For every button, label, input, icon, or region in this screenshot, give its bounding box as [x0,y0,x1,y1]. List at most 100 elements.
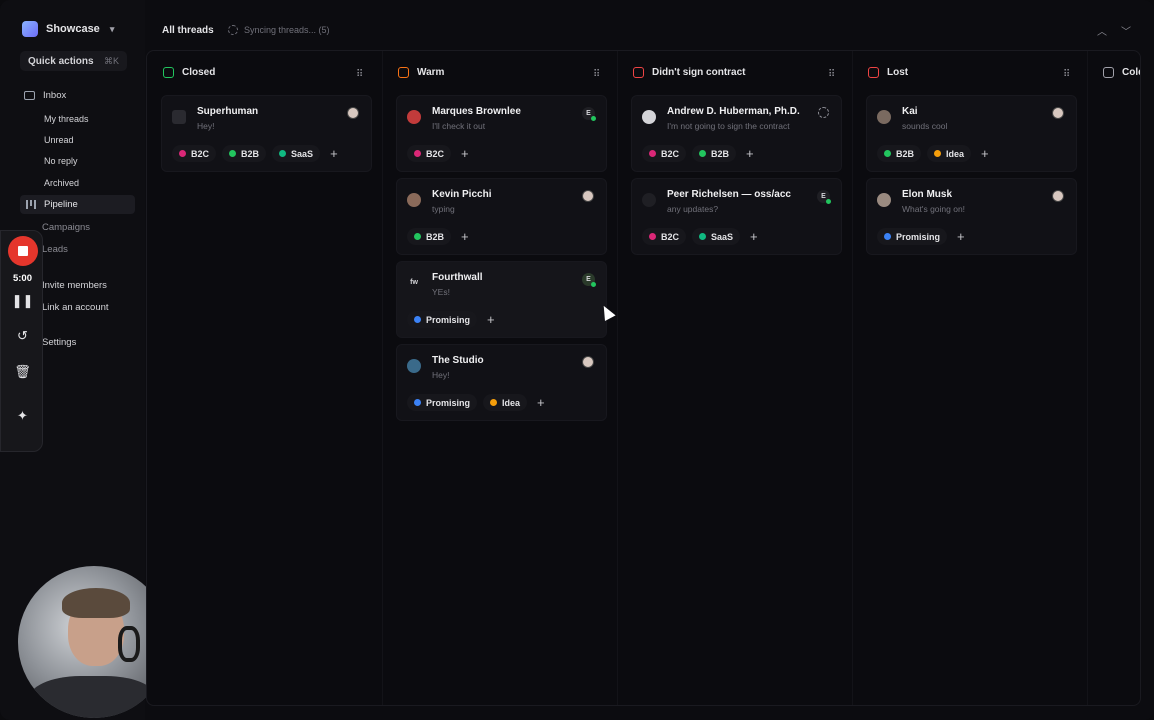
sync-text: Syncing threads... (5) [244,25,330,35]
add-tag-button[interactable]: + [981,145,989,162]
stop-icon [18,246,28,256]
pause-icon[interactable]: ❚❚ [1,293,44,309]
tag[interactable]: B2B [877,145,922,162]
sidebar-item-archived[interactable]: Archived [44,178,79,188]
card-name: Fourthwall [432,272,483,283]
unassigned-icon [818,107,829,118]
add-tag-button[interactable]: + [461,145,469,162]
card-message: typing [432,204,455,214]
tag-list: B2C SaaS + [642,228,758,245]
card-name: The Studio [432,355,484,366]
tag[interactable]: B2C [642,145,687,162]
thread-card[interactable]: Marques Brownlee I'll check it out E B2C… [396,95,607,172]
tag[interactable]: SaaS [272,145,321,162]
sidebar-item-settings[interactable]: Settings [42,337,76,348]
thread-card[interactable]: The Studio Hey! Promising Idea + [396,344,607,421]
sidebar-item-pipeline[interactable]: Pipeline [20,195,135,214]
owner-badge: E [582,107,596,121]
add-tag-button[interactable]: + [487,311,495,328]
column-menu-icon[interactable]: ⠿ [593,69,600,80]
sync-status: Syncing threads... (5) [228,25,330,35]
column-title: Didn't sign contract [652,67,746,78]
workspace-switcher[interactable]: Showcase ▾ [22,21,114,37]
card-message: sounds cool [902,121,948,131]
tag[interactable]: Promising [877,228,948,245]
app-window: Showcase ▾ Quick actions ⌘K Inbox My thr… [0,0,1154,720]
column-closed: Closed ⠿ Superhuman Hey! B2C B2B SaaS + [147,51,382,705]
tag[interactable]: B2B [692,145,737,162]
column-menu-icon[interactable]: ⠿ [356,69,363,80]
sidebar-item-my-threads[interactable]: My threads [44,114,89,124]
hexagon-icon [868,67,879,78]
tag-list: B2C B2B SaaS + [172,145,338,162]
tag-list: Promising + [877,228,965,245]
effects-icon[interactable]: ✦ [1,408,44,424]
thread-card[interactable]: Elon Musk What's going on! Promising + [866,178,1077,255]
chevron-down-icon[interactable]: ﹀ [1121,23,1131,38]
tag[interactable]: SaaS [692,228,741,245]
contact-avatar [407,193,421,207]
contact-avatar [642,110,656,124]
column-header: Warm [398,67,444,78]
stop-recording-button[interactable] [8,236,38,266]
thread-card[interactable]: Peer Richelsen — oss/acc any updates? E … [631,178,842,255]
column-menu-icon[interactable]: ⠿ [828,69,835,80]
card-message: Hey! [432,370,450,380]
tag[interactable]: Promising [407,311,478,328]
thread-card[interactable]: Kai sounds cool B2B Idea + [866,95,1077,172]
sidebar-item-link-account[interactable]: Link an account [42,302,109,313]
sidebar-item-unread[interactable]: Unread [44,135,74,145]
screen-recorder-toolbar: 5:00 ❚❚ ↺ 🗑 ✦ [0,230,43,452]
inbox-icon [24,91,35,100]
column-cold: Cold [1087,51,1140,705]
card-message: YEs! [432,287,450,297]
tag[interactable]: B2B [222,145,267,162]
thread-card[interactable]: Superhuman Hey! B2C B2B SaaS + [161,95,372,172]
sidebar-item-inbox[interactable]: Inbox [24,90,66,101]
card-name: Marques Brownlee [432,106,521,117]
add-tag-button[interactable]: + [461,228,469,245]
card-name: Peer Richelsen — oss/acc [667,189,791,200]
add-tag-button[interactable]: + [537,394,545,411]
navigation-arrows: ︿ ﹀ [1097,23,1131,38]
card-name: Kai [902,106,918,117]
column-header: Closed [163,67,215,78]
add-tag-button[interactable]: + [746,145,754,162]
spinner-icon [228,25,238,35]
add-tag-button[interactable]: + [750,228,758,245]
add-tag-button[interactable]: + [330,145,338,162]
tag[interactable]: Idea [483,394,528,411]
sidebar-item-campaigns[interactable]: Campaigns [42,222,90,233]
quick-actions-shortcut: ⌘K [103,55,119,66]
hexagon-icon [1103,67,1114,78]
thread-card[interactable]: Kevin Picchi typing B2B + [396,178,607,255]
chevron-up-icon[interactable]: ︿ [1097,23,1107,38]
hexagon-icon [163,67,174,78]
add-tag-button[interactable]: + [957,228,965,245]
column-warm: Warm ⠿ Marques Brownlee I'll check it ou… [382,51,617,705]
tag[interactable]: Promising [407,394,478,411]
tag[interactable]: Idea [927,145,972,162]
column-title: Warm [417,67,445,78]
column-menu-icon[interactable]: ⠿ [1063,69,1070,80]
sidebar-item-invite-members[interactable]: Invite members [42,280,107,291]
card-message: any updates? [667,204,719,214]
column-title: Lost [887,67,909,78]
column-header: Cold [1103,67,1140,78]
owner-avatar [582,356,594,368]
tag[interactable]: B2C [642,228,687,245]
tag[interactable]: B2C [172,145,217,162]
tag-list: Promising + [407,311,495,328]
tag[interactable]: B2B [407,228,452,245]
sidebar-item-no-reply[interactable]: No reply [44,156,78,166]
restart-icon[interactable]: ↺ [1,328,44,344]
sidebar-item-label: Inbox [43,90,67,101]
quick-actions-button[interactable]: Quick actions ⌘K [20,51,127,71]
tag[interactable]: B2C [407,145,452,162]
tag-list: B2B Idea + [877,145,989,162]
trash-icon[interactable]: 🗑 [1,364,44,380]
thread-card[interactable]: fw Fourthwall YEs! E Promising + [396,261,607,338]
column-title: Cold [1122,67,1140,78]
sidebar-item-leads[interactable]: Leads [42,244,68,255]
thread-card[interactable]: Andrew D. Huberman, Ph.D. I'm not going … [631,95,842,172]
